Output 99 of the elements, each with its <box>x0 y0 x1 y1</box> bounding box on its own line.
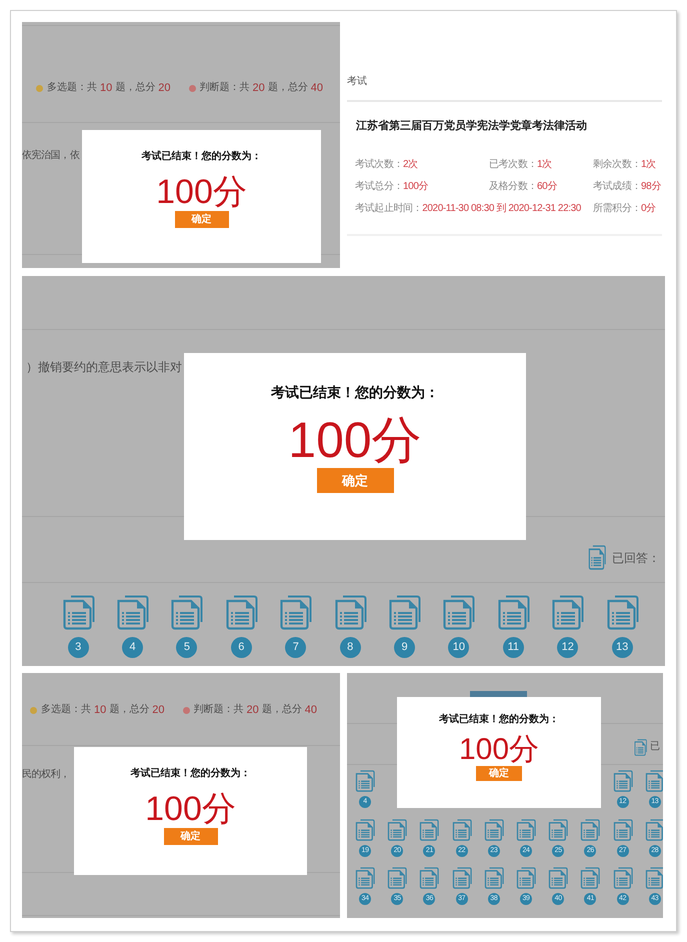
score-value: 100分 <box>145 791 236 827</box>
legend-label: 题，总分 <box>262 703 302 717</box>
confirm-button[interactable]: 确定 <box>174 211 228 228</box>
stat-value: 1次 <box>641 159 656 170</box>
legend-label: 题，总分 <box>109 703 150 717</box>
document-icon[interactable] <box>588 545 606 570</box>
question-number[interactable]: 12 <box>557 637 578 658</box>
document-icon[interactable] <box>419 818 440 840</box>
question-number[interactable]: 13 <box>612 637 633 658</box>
confirm-button[interactable]: 确定 <box>164 828 218 845</box>
confirm-button[interactable]: 确定 <box>476 766 522 781</box>
stat-label: 考试起止时间： <box>355 203 422 214</box>
stat-value: 98分 <box>641 181 661 192</box>
stat-value: 2次 <box>403 159 418 170</box>
document-icon[interactable] <box>496 595 530 630</box>
question-number[interactable]: 5 <box>176 637 198 658</box>
document-icon[interactable] <box>548 867 568 889</box>
legend-score: 20 <box>152 703 164 717</box>
question-text: ）撤销要约的意思表示以非对 <box>26 360 182 374</box>
legend-label: 判断题：共 <box>194 703 244 717</box>
document-icon[interactable] <box>224 595 258 630</box>
document-icon[interactable] <box>484 818 504 840</box>
question-number[interactable]: 11 <box>502 637 524 658</box>
stat-label: 已考次数： <box>489 159 538 170</box>
question-number[interactable]: 10 <box>448 637 470 658</box>
document-icon[interactable] <box>612 818 633 840</box>
document-icon[interactable] <box>442 595 476 630</box>
stat-label: 剩余次数： <box>593 159 642 170</box>
question-number[interactable]: 7 <box>285 637 306 658</box>
question-count: 10 <box>94 703 106 717</box>
stat-label: 所需积分： <box>593 203 642 214</box>
dialog-message: 考试已结束！您的分数为： <box>142 150 262 164</box>
document-icon[interactable] <box>334 595 367 630</box>
stat-label: 考试成绩： <box>593 181 642 192</box>
question-count: 10 <box>100 81 112 95</box>
document-icon[interactable] <box>387 818 408 840</box>
document-icon[interactable] <box>62 595 95 630</box>
answered-label: 已 <box>650 740 660 754</box>
legend-label: 多选题：共 <box>41 703 91 717</box>
document-icon[interactable] <box>644 818 663 840</box>
dialog-message: 考试已结束！您的分数为： <box>271 383 439 401</box>
section-title: 考试 <box>347 76 367 87</box>
confirm-button[interactable]: 确定 <box>316 468 394 493</box>
dialog-message: 考试已结束！您的分数为： <box>130 767 250 781</box>
document-icon[interactable] <box>116 595 150 630</box>
stat-value: 60分 <box>537 181 557 192</box>
document-icon[interactable] <box>516 818 536 840</box>
legend-score: 40 <box>304 703 317 717</box>
document-icon[interactable] <box>606 595 639 630</box>
legend-label: 题，总分 <box>268 81 308 95</box>
document-icon[interactable] <box>452 867 472 889</box>
document-icon[interactable] <box>355 818 376 840</box>
document-icon[interactable] <box>279 595 312 630</box>
document-icon[interactable] <box>634 738 647 756</box>
score-value: 100分 <box>288 414 422 466</box>
exam-title: 江苏省第三届百万党员学宪法学党章考法律活动 <box>356 119 588 133</box>
stat-value: 1次 <box>537 159 552 170</box>
legend-label: 判断题：共 <box>200 81 250 95</box>
document-icon[interactable] <box>516 867 536 889</box>
document-icon[interactable] <box>387 867 408 889</box>
score-value: 100分 <box>458 734 540 766</box>
stat-label: 考试总分： <box>355 181 404 192</box>
document-icon[interactable] <box>612 867 633 889</box>
document-icon[interactable] <box>548 818 568 840</box>
legend-score: 40 <box>310 81 323 95</box>
score-value: 100分 <box>156 174 247 210</box>
question-number[interactable]: 3 <box>68 637 89 658</box>
stat-value: 100分 <box>403 181 428 192</box>
question-text: 依宪治国，依 <box>22 150 80 161</box>
document-icon[interactable] <box>419 867 440 889</box>
stat-label: 考试次数： <box>355 159 404 170</box>
document-icon[interactable] <box>484 867 504 889</box>
question-number[interactable]: 4 <box>122 637 144 658</box>
question-count: 20 <box>252 81 265 95</box>
document-icon[interactable] <box>355 770 376 792</box>
stat-label: 及格分数： <box>489 181 538 192</box>
question-count: 20 <box>246 703 259 717</box>
question-text: 民的权利， <box>22 769 70 780</box>
document-icon[interactable] <box>644 770 663 792</box>
document-icon[interactable] <box>580 867 600 889</box>
document-icon[interactable] <box>452 818 472 840</box>
legend-score: 20 <box>158 81 170 95</box>
question-number[interactable]: 6 <box>230 637 252 658</box>
answered-label: 已回答： <box>612 550 660 566</box>
question-number[interactable]: 8 <box>340 637 361 658</box>
tab-indicator <box>470 691 527 697</box>
document-icon[interactable] <box>644 867 663 889</box>
legend-label: 题，总分 <box>115 81 156 95</box>
document-icon[interactable] <box>388 595 422 630</box>
legend-label: 多选题：共 <box>47 81 97 95</box>
dialog-message: 考试已结束！您的分数为： <box>439 713 559 727</box>
document-icon[interactable] <box>551 595 584 630</box>
question-number[interactable]: 9 <box>394 637 416 658</box>
stat-value: 0分 <box>641 203 656 214</box>
stat-value: 2020-11-30 08:30 到 2020-12-31 22:30 <box>422 203 581 214</box>
document-icon[interactable] <box>170 595 204 630</box>
document-icon[interactable] <box>580 818 600 840</box>
document-icon[interactable] <box>355 867 376 889</box>
document-icon[interactable] <box>612 770 633 792</box>
